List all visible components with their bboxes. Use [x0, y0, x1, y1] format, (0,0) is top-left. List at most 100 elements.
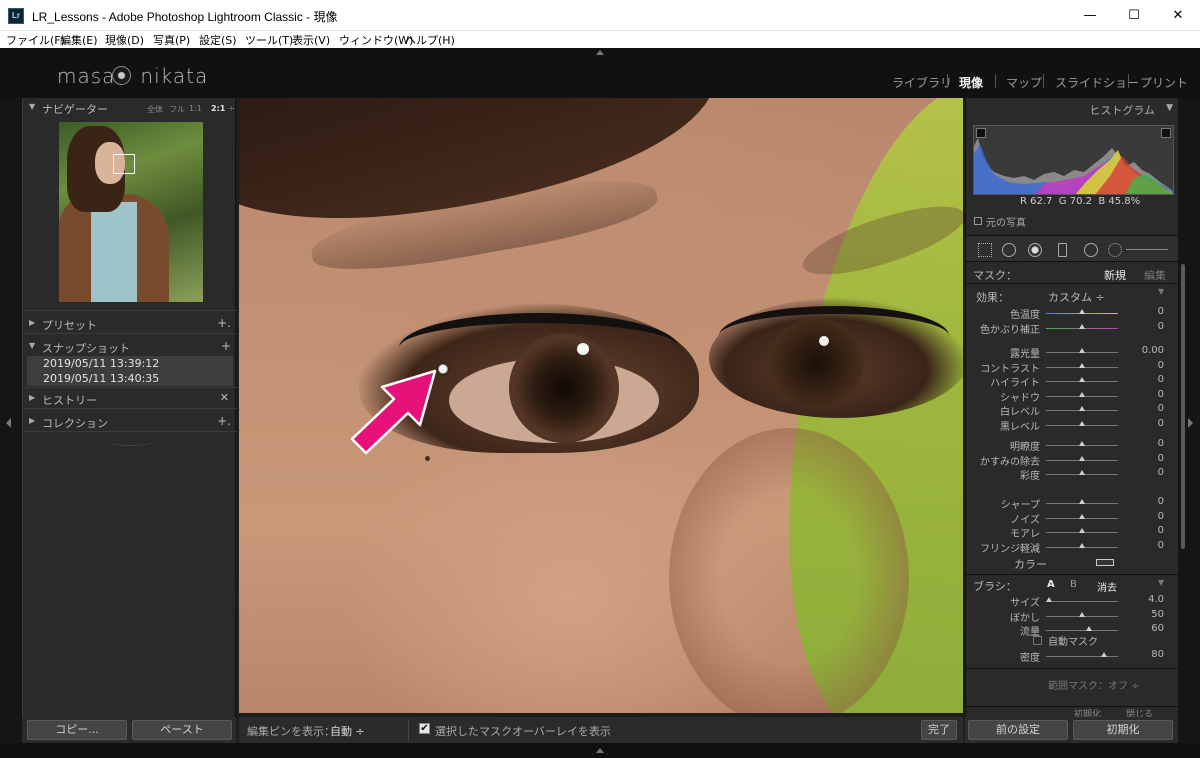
slider-value[interactable]: 4.0	[1134, 594, 1164, 605]
radial-filter-icon[interactable]	[1084, 243, 1098, 257]
brush-b-tab[interactable]: B	[1070, 579, 1077, 590]
slider-value[interactable]: 0	[1134, 389, 1164, 400]
menu-photo[interactable]: 写真(P)	[153, 32, 190, 48]
collapse-left-panel-icon[interactable]	[6, 418, 11, 428]
graduated-filter-icon[interactable]	[1058, 243, 1067, 257]
slider-handle[interactable]	[1079, 406, 1085, 411]
slider-value[interactable]: 0.00	[1134, 345, 1164, 356]
slider-value[interactable]: 0	[1134, 403, 1164, 414]
histogram[interactable]	[973, 125, 1174, 195]
module-library[interactable]: ライブラリ	[892, 74, 952, 91]
mask-new-button[interactable]: 新規	[1104, 267, 1126, 283]
slider-handle[interactable]	[1079, 309, 1085, 314]
slider-value[interactable]: 60	[1134, 623, 1164, 634]
menu-help[interactable]: ヘルプ(H)	[405, 32, 455, 48]
menu-develop[interactable]: 現像(D)	[105, 32, 144, 48]
slider-handle[interactable]	[1045, 597, 1052, 602]
collapse-top-panel-icon[interactable]	[596, 50, 604, 55]
module-map[interactable]: マップ	[1006, 74, 1042, 91]
slider-value[interactable]: 0	[1134, 540, 1164, 551]
navigator-preview[interactable]	[59, 122, 203, 302]
slider-handle[interactable]	[1086, 626, 1093, 631]
done-button[interactable]: 完了	[921, 720, 957, 740]
module-slideshow[interactable]: スライドショー	[1055, 74, 1139, 91]
slider-value[interactable]: 80	[1134, 649, 1164, 660]
expand-filmstrip-icon[interactable]	[596, 748, 604, 753]
slider-value[interactable]: 0	[1134, 360, 1164, 371]
red-eye-icon[interactable]	[1028, 243, 1042, 257]
add-preset-icon[interactable]: +.	[217, 316, 231, 330]
history-header[interactable]: ▶ ヒストリー ✕	[23, 389, 237, 409]
highlight-clipping-icon[interactable]	[1161, 128, 1171, 138]
mask-edit-button[interactable]: 編集	[1144, 267, 1166, 283]
menu-tools[interactable]: ツール(T)	[245, 32, 293, 48]
slider-handle[interactable]	[1079, 348, 1085, 353]
spot-removal-icon[interactable]	[1002, 243, 1016, 257]
snapshots-header[interactable]: ▼ スナップショット +	[23, 337, 237, 357]
collapse-caret-icon[interactable]: ▼	[1158, 287, 1164, 296]
menu-file[interactable]: ファイル(F)	[6, 32, 65, 48]
zoom-fill[interactable]: フル	[169, 104, 185, 115]
photo-canvas[interactable]	[239, 98, 963, 713]
navigator-focus-box[interactable]	[113, 154, 135, 174]
add-snapshot-icon[interactable]: +	[221, 339, 231, 353]
shadow-clipping-icon[interactable]	[976, 128, 986, 138]
effect-dropdown[interactable]: カスタム ÷	[1048, 289, 1105, 305]
snapshot-item[interactable]: 2019/05/11 13:39:12	[27, 356, 233, 371]
slider-value[interactable]: 0	[1134, 418, 1164, 429]
paste-button[interactable]: ペースト	[132, 720, 232, 740]
zoom-1-1[interactable]: 1:1	[189, 104, 202, 113]
brush-erase-tab[interactable]: 消去	[1097, 579, 1117, 594]
presets-header[interactable]: ▶ プリセット +.	[23, 314, 237, 334]
zoom-stepper-icon[interactable]: ÷	[228, 104, 235, 113]
module-print[interactable]: プリント	[1140, 74, 1188, 91]
zoom-2-1[interactable]: 2:1	[211, 104, 225, 113]
left-edge-strip[interactable]	[0, 98, 22, 743]
menu-view[interactable]: 表示(V)	[292, 32, 330, 48]
auto-mask-checkbox[interactable]	[1033, 636, 1042, 645]
slider-handle[interactable]	[1079, 543, 1085, 548]
slider-value[interactable]: 0	[1134, 467, 1164, 478]
slider-handle[interactable]	[1079, 514, 1085, 519]
slider-handle[interactable]	[1079, 363, 1085, 368]
slider-value[interactable]: 0	[1134, 306, 1164, 317]
brush-a-tab[interactable]: A	[1047, 579, 1055, 590]
adjustment-brush-icon[interactable]	[1108, 243, 1122, 257]
menu-settings[interactable]: 設定(S)	[199, 32, 237, 48]
slider-value[interactable]: 0	[1134, 438, 1164, 449]
menu-edit[interactable]: 編集(E)	[60, 32, 98, 48]
show-pins-dropdown[interactable]: 自動 ÷	[330, 723, 365, 739]
right-panel-scrollbar[interactable]	[1181, 264, 1185, 549]
slider-handle[interactable]	[1079, 456, 1085, 461]
slider-value[interactable]: 0	[1134, 525, 1164, 536]
slider-value[interactable]: 0	[1134, 496, 1164, 507]
menu-window[interactable]: ウィンドウ(W)	[339, 32, 413, 48]
add-collection-icon[interactable]: +.	[217, 414, 231, 428]
reset-button[interactable]: 初期化	[1073, 720, 1173, 740]
slider-handle[interactable]	[1100, 652, 1107, 657]
slider-handle[interactable]	[1079, 528, 1085, 533]
maximize-button[interactable]: ☐	[1112, 0, 1156, 31]
slider-handle[interactable]	[1079, 499, 1085, 504]
collapse-caret-icon[interactable]: ▼	[1158, 578, 1164, 587]
slider-handle[interactable]	[1079, 377, 1085, 382]
slider-handle[interactable]	[1079, 392, 1085, 397]
slider-handle[interactable]	[1079, 470, 1085, 475]
range-mask-dropdown[interactable]: 範囲マスク：オフ ÷	[1048, 677, 1140, 692]
collections-header[interactable]: ▶ コレクション +.	[23, 412, 237, 432]
slider-handle[interactable]	[1079, 421, 1085, 426]
slider-track[interactable]	[1046, 656, 1118, 657]
slider-track[interactable]	[1046, 601, 1118, 602]
minimize-button[interactable]: —	[1068, 0, 1112, 31]
slider-value[interactable]: 0	[1134, 511, 1164, 522]
copy-button[interactable]: コピー...	[27, 720, 127, 740]
clear-history-icon[interactable]: ✕	[220, 391, 229, 404]
close-button[interactable]: ✕	[1156, 0, 1200, 31]
original-photo-checkbox[interactable]	[974, 217, 982, 225]
collapse-right-panel-icon[interactable]	[1188, 418, 1193, 428]
crop-tool-icon[interactable]	[978, 243, 992, 257]
overlay-checkbox[interactable]: ✔	[419, 723, 430, 734]
slider-track[interactable]	[1046, 630, 1118, 631]
slider-value[interactable]: 0	[1134, 321, 1164, 332]
previous-settings-button[interactable]: 前の設定	[968, 720, 1068, 740]
